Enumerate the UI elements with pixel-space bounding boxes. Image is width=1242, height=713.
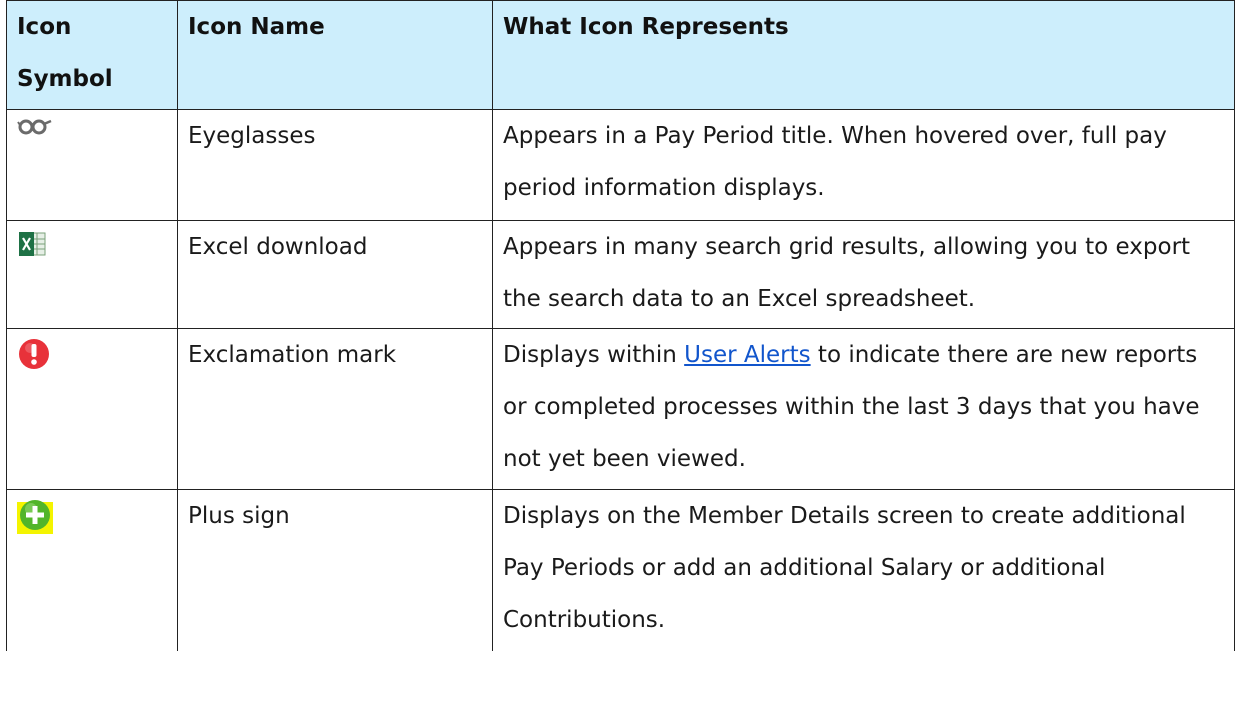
description-cell: Displays on the Member Details screen to… xyxy=(492,489,1235,651)
icon-name-cell: Exclamation mark xyxy=(177,328,493,490)
table-row: Excel download Appears in many search gr… xyxy=(6,220,1235,329)
table-row: Exclamation mark Displays within User Al… xyxy=(6,328,1235,490)
icon-name-cell: Eyeglasses xyxy=(177,109,493,221)
description-cell: Appears in many search grid results, all… xyxy=(492,220,1235,329)
icon-cell xyxy=(6,109,178,221)
excel-icon xyxy=(17,221,167,259)
table-row: Plus sign Displays on the Member Details… xyxy=(6,489,1235,651)
icon-cell xyxy=(6,328,178,490)
header-icon-name: Icon Name xyxy=(177,0,493,110)
description-cell: Displays within User Alerts to indicate … xyxy=(492,328,1235,490)
icon-name-cell: Plus sign xyxy=(177,489,493,651)
description-text-before: Displays within xyxy=(503,342,685,368)
eyeglasses-icon xyxy=(17,110,167,138)
table-header-row: Icon Symbol Icon Name What Icon Represen… xyxy=(6,0,1235,110)
table-row: Eyeglasses Appears in a Pay Period title… xyxy=(6,109,1235,221)
header-what-icon-represents: What Icon Represents xyxy=(492,0,1235,110)
icon-cell xyxy=(6,489,178,651)
user-alerts-link[interactable]: User Alerts xyxy=(684,342,810,368)
header-icon-symbol: Icon Symbol xyxy=(6,0,178,110)
description-cell: Appears in a Pay Period title. When hove… xyxy=(492,109,1235,221)
plus-icon xyxy=(17,490,167,534)
icon-reference-table: Icon Symbol Icon Name What Icon Represen… xyxy=(6,0,1235,651)
exclamation-icon xyxy=(17,329,167,371)
icon-name-cell: Excel download xyxy=(177,220,493,329)
icon-cell xyxy=(6,220,178,329)
